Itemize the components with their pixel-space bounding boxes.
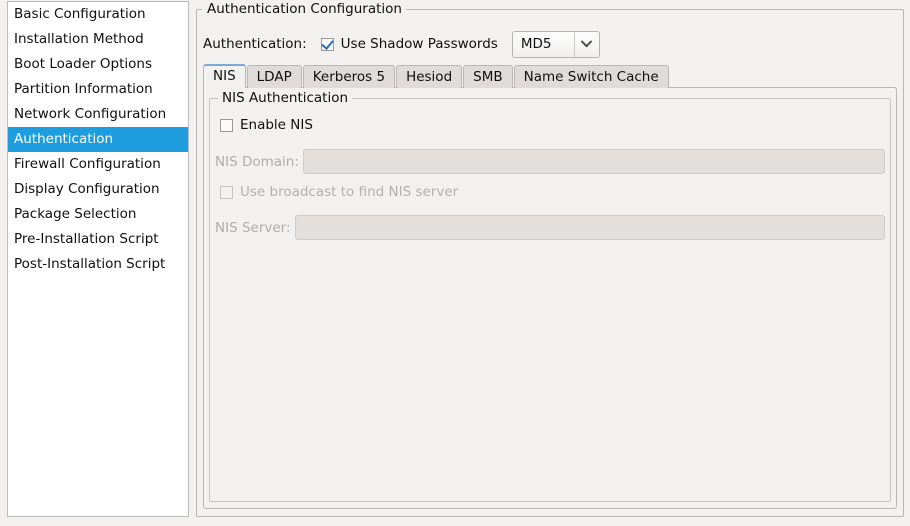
tab-label: LDAP [256, 69, 292, 85]
chevron-down-icon[interactable] [575, 40, 599, 48]
sidebar-item-label: Partition Information [14, 81, 153, 97]
tab-hesiod[interactable]: Hesiod [396, 65, 463, 88]
sidebar-item-firewall-configuration[interactable]: Firewall Configuration [8, 152, 188, 177]
nis-domain-input[interactable] [303, 149, 885, 174]
password-hash-algorithm-value: MD5 [520, 36, 552, 52]
use-shadow-passwords-checkbox[interactable]: Use Shadow Passwords [320, 36, 498, 52]
authentication-configuration-group-title: Authentication Configuration [202, 1, 406, 17]
checkbox-indicator-icon[interactable] [320, 37, 334, 51]
sidebar-item-boot-loader-options[interactable]: Boot Loader Options [8, 52, 188, 77]
nis-domain-label: NIS Domain: [215, 153, 299, 170]
sidebar-item-display-configuration[interactable]: Display Configuration [8, 177, 188, 202]
sidebar-item-label: Basic Configuration [14, 6, 146, 22]
authentication-label: Authentication: [203, 36, 307, 52]
tab-label: NIS [213, 68, 236, 84]
enable-nis-label: Enable NIS [240, 117, 313, 133]
tab-ldap[interactable]: LDAP [246, 65, 302, 88]
configuration-step-list[interactable]: Basic Configuration Installation Method … [7, 1, 189, 517]
use-shadow-passwords-label: Use Shadow Passwords [340, 36, 498, 52]
enable-nis-checkbox[interactable]: Enable NIS [220, 117, 313, 133]
sidebar-item-authentication[interactable]: Authentication [8, 127, 188, 152]
sidebar-item-basic-configuration[interactable]: Basic Configuration [8, 2, 188, 27]
nis-server-field-row: NIS Server: [215, 215, 885, 240]
tab-smb[interactable]: SMB [463, 65, 513, 88]
sidebar-item-label: Post-Installation Script [14, 256, 166, 272]
sidebar-item-partition-information[interactable]: Partition Information [8, 77, 188, 102]
sidebar-item-installation-method[interactable]: Installation Method [8, 27, 188, 52]
nis-authentication-groupbox: NIS Authentication Enable NIS NIS Domain… [209, 90, 891, 502]
use-broadcast-checkbox[interactable]: Use broadcast to find NIS server [220, 184, 458, 200]
checkbox-indicator-icon[interactable] [220, 185, 233, 199]
authentication-options-row: Authentication: Use Shadow Passwords MD5 [203, 29, 600, 59]
sidebar-item-label: Firewall Configuration [14, 156, 161, 172]
sidebar-item-pre-installation-script[interactable]: Pre-Installation Script [8, 227, 188, 252]
sidebar-item-post-installation-script[interactable]: Post-Installation Script [8, 252, 188, 277]
use-broadcast-label: Use broadcast to find NIS server [240, 184, 459, 200]
authentication-tabs[interactable]: NIS LDAP Kerberos 5 Hesiod SMB Name Swit… [203, 64, 670, 88]
sidebar-item-label: Boot Loader Options [14, 56, 152, 72]
sidebar-item-label: Pre-Installation Script [14, 231, 159, 247]
tab-name-switch-cache[interactable]: Name Switch Cache [513, 65, 669, 88]
nis-authentication-group-title: NIS Authentication [218, 90, 353, 106]
nis-server-label: NIS Server: [215, 219, 291, 236]
nis-server-input[interactable] [295, 215, 885, 240]
sidebar-item-label: Installation Method [14, 31, 144, 47]
tab-label: Kerberos 5 [312, 69, 386, 85]
nis-domain-field-row: NIS Domain: [215, 149, 885, 174]
sidebar-item-label: Display Configuration [14, 181, 160, 197]
tab-nis[interactable]: NIS [203, 64, 246, 88]
sidebar-item-network-configuration[interactable]: Network Configuration [8, 102, 188, 127]
tab-label: Name Switch Cache [523, 69, 659, 85]
tab-label: Hesiod [406, 69, 453, 85]
sidebar-item-label: Network Configuration [14, 106, 167, 122]
sidebar-item-label: Package Selection [14, 206, 137, 222]
authentication-configuration-panel: Authentication: Use Shadow Passwords MD5… [196, 1, 904, 517]
tab-label: SMB [473, 69, 503, 85]
nis-tab-panel: NIS Authentication Enable NIS NIS Domain… [203, 87, 897, 509]
checkbox-indicator-icon[interactable] [220, 118, 233, 132]
sidebar-item-package-selection[interactable]: Package Selection [8, 202, 188, 227]
authentication-configuration-groupbox: Authentication: Use Shadow Passwords MD5… [196, 1, 904, 517]
password-hash-algorithm-select[interactable]: MD5 [511, 30, 600, 58]
tab-kerberos-5[interactable]: Kerberos 5 [302, 65, 396, 88]
sidebar-item-label: Authentication [14, 131, 114, 147]
